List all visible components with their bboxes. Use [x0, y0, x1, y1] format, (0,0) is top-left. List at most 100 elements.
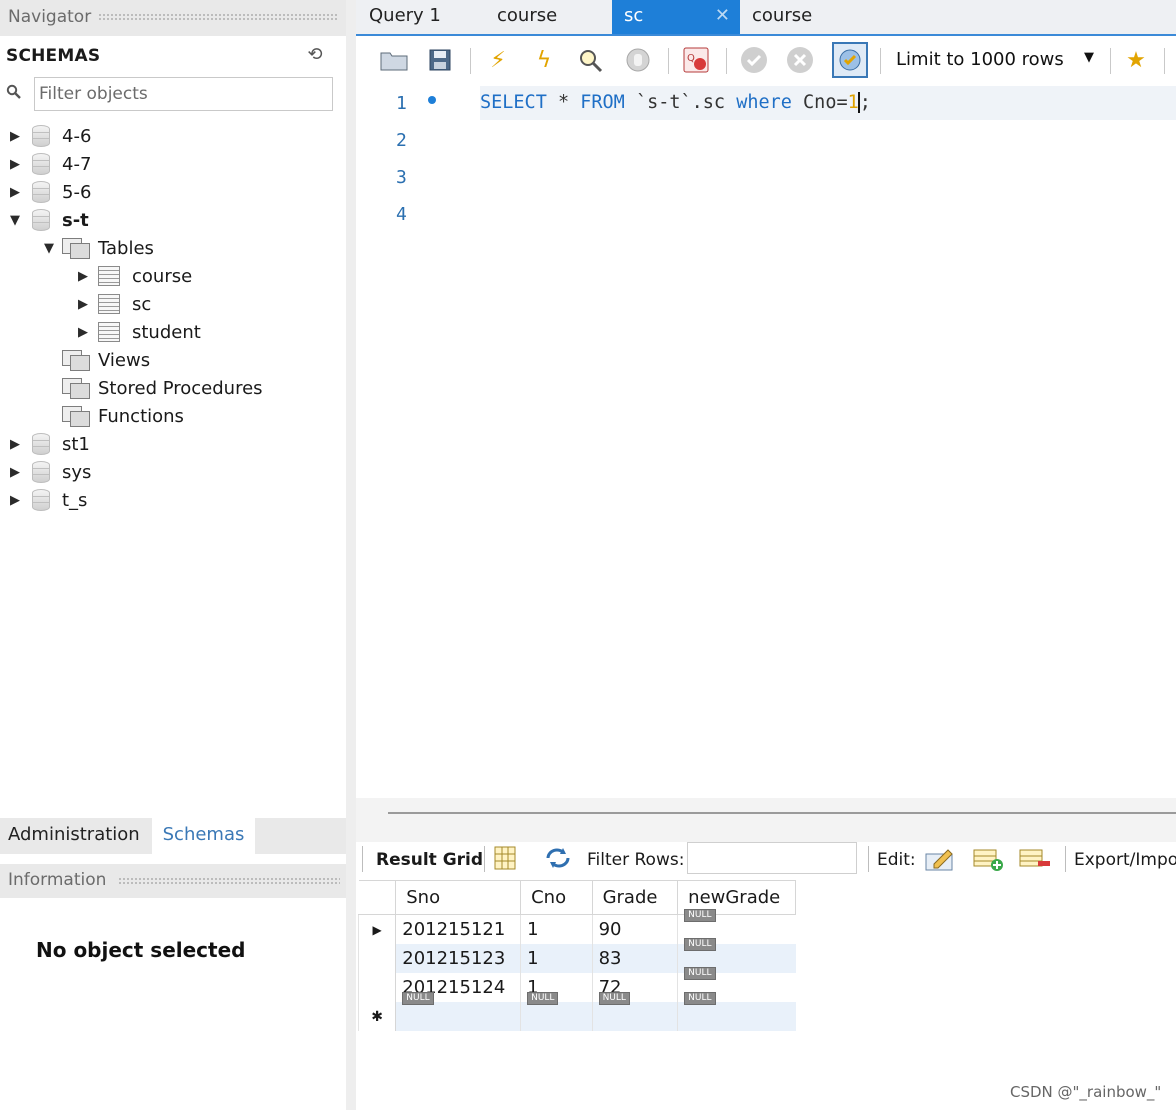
line-number: 2	[396, 130, 407, 151]
database-icon	[32, 125, 50, 147]
panel-splitter[interactable]	[346, 0, 356, 1110]
schema-item-4-6[interactable]: ▶ 4-6	[8, 122, 91, 150]
tab-schemas[interactable]: Schemas	[152, 818, 255, 854]
views-folder[interactable]: Views	[62, 346, 150, 374]
column-header[interactable]: Sno	[395, 880, 522, 915]
tab-sc[interactable]: sc ✕	[612, 0, 740, 34]
cell-grade[interactable]: 83	[591, 944, 678, 973]
current-row-arrow-icon[interactable]: ▶	[357, 914, 397, 944]
schema-item-sys[interactable]: ▶ sys	[8, 458, 91, 486]
toolbar-separator	[1065, 846, 1066, 872]
folder-icon	[62, 406, 90, 427]
table-icon	[98, 322, 120, 342]
schema-item-s-t[interactable]: ▼ s-t	[8, 206, 89, 234]
tables-folder[interactable]: ▼ Tables	[42, 234, 154, 262]
expand-arrow-icon[interactable]: ▶	[76, 269, 90, 284]
table-item-student[interactable]: ▶ student	[76, 318, 201, 346]
table-row[interactable]: ▶ 201215121 1 90 NULL	[357, 909, 796, 944]
cell-sno[interactable]: 201215123	[395, 944, 521, 973]
column-header[interactable]: Cno	[520, 880, 593, 915]
functions-folder[interactable]: Functions	[62, 402, 184, 430]
stored-procedures-folder[interactable]: Stored Procedures	[62, 374, 263, 402]
cell-newgrade[interactable]: NULL	[677, 992, 796, 1031]
toolbar-separator	[726, 48, 727, 74]
information-title: Information	[8, 870, 107, 890]
cell-sno[interactable]: NULL	[395, 992, 521, 1031]
execute-lightning-icon[interactable]: ⚡	[482, 44, 514, 76]
collapse-arrow-icon[interactable]: ▼	[42, 241, 56, 256]
table-item-course[interactable]: ▶ course	[76, 262, 192, 290]
null-badge: NULL	[684, 992, 716, 1005]
rollback-x-icon[interactable]	[784, 44, 816, 76]
expand-arrow-icon[interactable]: ▶	[8, 157, 22, 172]
tab-query-1[interactable]: Query 1	[356, 0, 476, 34]
refresh-icon[interactable]	[544, 846, 572, 875]
database-icon	[32, 153, 50, 175]
sql-keyword: FROM	[580, 92, 625, 113]
expand-arrow-icon[interactable]: ▶	[8, 437, 22, 452]
sql-text: ;	[859, 92, 871, 113]
cell-cno[interactable]: NULL	[520, 992, 593, 1031]
row-header[interactable]	[357, 973, 397, 1002]
tab-course-2[interactable]: course	[740, 0, 860, 34]
cell-cno[interactable]: 1	[520, 914, 593, 944]
tab-label: sc	[624, 5, 644, 26]
result-grid-tab[interactable]: Result Grid	[376, 850, 483, 870]
refresh-icon[interactable]: ⟲	[304, 44, 326, 66]
sql-editor[interactable]: 1 2 3 4 SELECT * FROM `s-t`.sc where Cno…	[356, 86, 1176, 798]
open-folder-icon[interactable]	[378, 44, 410, 76]
tab-course[interactable]: course	[484, 0, 604, 34]
schema-item-st1[interactable]: ▶ st1	[8, 430, 90, 458]
expand-arrow-icon[interactable]: ▶	[8, 185, 22, 200]
cell-sno[interactable]: 201215121	[395, 914, 521, 944]
tab-administration[interactable]: Administration	[0, 818, 150, 854]
save-icon[interactable]	[424, 44, 456, 76]
svg-text:Q: Q	[687, 53, 695, 64]
stop-on-error-icon[interactable]: Q	[680, 44, 712, 76]
stop-hand-icon[interactable]	[622, 44, 654, 76]
sql-statement[interactable]: SELECT * FROM `s-t`.sc where Cno=1;	[480, 92, 871, 113]
toolbar-separator	[880, 48, 881, 74]
expand-arrow-icon[interactable]: ▶	[76, 325, 90, 340]
schema-item-5-6[interactable]: ▶ 5-6	[8, 178, 91, 206]
editor-result-splitter[interactable]	[356, 798, 1176, 842]
filter-rows-input[interactable]	[687, 842, 857, 874]
add-snippet-star-icon[interactable]: ★	[1120, 44, 1152, 76]
filter-objects-input[interactable]	[34, 77, 333, 111]
schema-label: st1	[62, 433, 90, 455]
sql-text: *	[546, 92, 581, 113]
export-import-label[interactable]: Export/Impo	[1074, 850, 1176, 870]
limit-rows-select[interactable]: Limit to 1000 rows	[888, 42, 1106, 78]
add-row-icon[interactable]	[972, 844, 1004, 877]
tab-label: course	[752, 5, 813, 26]
row-header[interactable]	[357, 944, 397, 973]
cell-grade[interactable]: NULL	[591, 992, 678, 1031]
execute-current-icon[interactable]: ϟ	[528, 44, 560, 76]
schema-item-4-7[interactable]: ▶ 4-7	[8, 150, 91, 178]
table-item-sc[interactable]: ▶ sc	[76, 290, 151, 318]
expand-arrow-icon[interactable]: ▶	[8, 465, 22, 480]
toolbar-separator	[470, 48, 471, 74]
grid-view-icon[interactable]	[494, 846, 516, 875]
cell-grade[interactable]: 90	[591, 914, 678, 944]
explain-magnifier-icon[interactable]	[574, 44, 606, 76]
commit-check-icon[interactable]	[738, 44, 770, 76]
chevron-down-icon[interactable]: ▼	[1084, 50, 1094, 65]
cell-cno[interactable]: 1	[520, 944, 593, 973]
delete-row-icon[interactable]	[1018, 844, 1052, 877]
expand-arrow-icon[interactable]: ▶	[8, 493, 22, 508]
autocommit-toggle-icon[interactable]	[832, 42, 868, 78]
edit-row-icon[interactable]	[924, 844, 956, 877]
schema-item-t_s[interactable]: ▶ t_s	[8, 486, 87, 514]
expand-arrow-icon[interactable]: ▶	[76, 297, 90, 312]
collapse-arrow-icon[interactable]: ▼	[8, 213, 22, 228]
result-grid[interactable]: Sno Cno Grade newGrade ▶ 201215121 1 90 …	[357, 880, 796, 1031]
table-row[interactable]: 201215123 1 83 NULL	[357, 938, 796, 973]
line-number: 3	[396, 167, 407, 188]
navigator-title: Navigator	[8, 7, 92, 27]
column-header[interactable]: Grade	[591, 880, 679, 915]
navigator-header: Navigator	[0, 0, 346, 36]
new-row[interactable]: ✱ NULL NULL NULL NULL	[357, 992, 796, 1031]
expand-arrow-icon[interactable]: ▶	[8, 129, 22, 144]
close-icon[interactable]: ✕	[715, 0, 730, 32]
